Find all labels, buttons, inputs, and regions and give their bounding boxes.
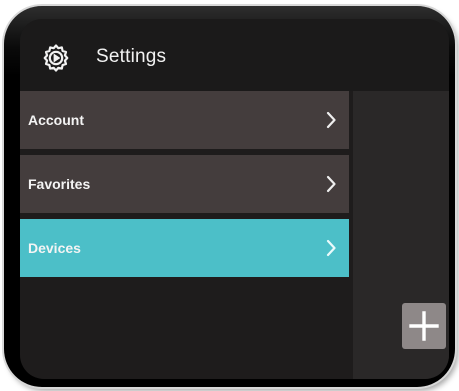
- add-button[interactable]: [402, 303, 446, 349]
- menu-item-devices[interactable]: Devices: [20, 219, 349, 277]
- chevron-right-icon: [326, 175, 336, 193]
- settings-menu: Account Favorites Devices: [20, 91, 353, 283]
- device-frame: Settings Account Favorites Devices: [4, 6, 455, 387]
- plus-icon: [409, 311, 439, 341]
- menu-item-label: Account: [28, 112, 84, 128]
- page-title: Settings: [96, 46, 167, 67]
- gear-icon: [43, 44, 69, 72]
- settings-screen: Settings Account Favorites Devices: [20, 19, 449, 379]
- menu-item-favorites[interactable]: Favorites: [20, 155, 349, 213]
- chevron-right-icon: [326, 239, 336, 257]
- chevron-right-icon: [326, 111, 336, 129]
- menu-item-label: Devices: [28, 240, 81, 256]
- header: Settings: [20, 19, 449, 91]
- menu-item-account[interactable]: Account: [20, 91, 349, 149]
- menu-item-label: Favorites: [28, 176, 91, 192]
